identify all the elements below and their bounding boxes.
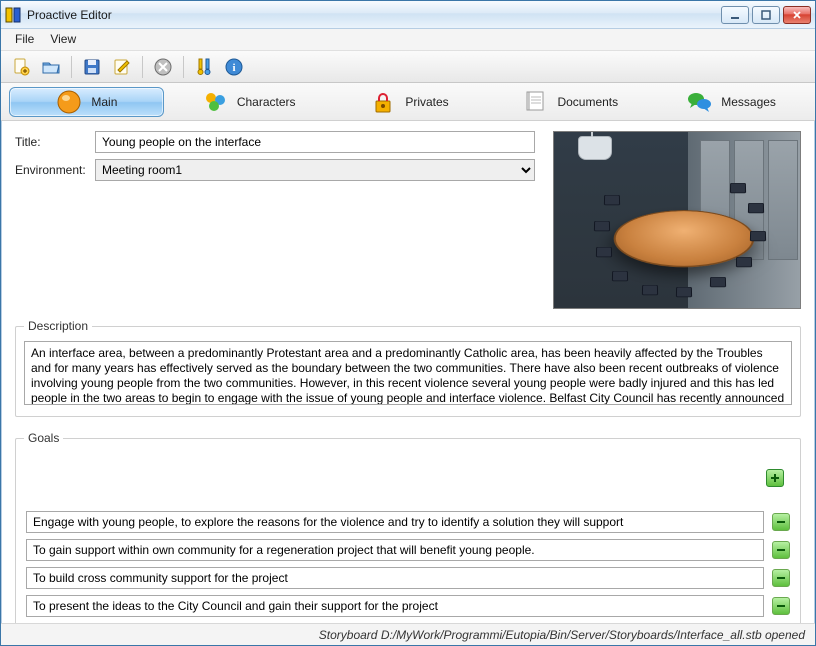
toolbar-info-button[interactable]: i — [220, 54, 248, 80]
close-button[interactable] — [783, 6, 811, 24]
tabbar: Main Characters Privates Documents Messa… — [1, 83, 815, 121]
toolbar-new-button[interactable] — [7, 54, 35, 80]
tab-documents-label: Documents — [557, 95, 618, 109]
toolbar-save-button[interactable] — [78, 54, 106, 80]
goal-input[interactable] — [26, 539, 764, 561]
goal-row — [26, 511, 790, 533]
lock-icon — [369, 88, 397, 116]
goal-row — [26, 539, 790, 561]
toolbar-separator — [142, 56, 143, 78]
speech-icon — [685, 88, 713, 116]
environment-label: Environment: — [15, 163, 95, 177]
main-form: Title: Environment: Meeting room1 — [15, 131, 539, 309]
tab-main[interactable]: Main — [9, 87, 164, 117]
svg-text:i: i — [232, 62, 235, 74]
goal-input[interactable] — [26, 595, 764, 617]
maximize-button[interactable] — [752, 6, 780, 24]
toolbar-stop-button[interactable] — [149, 54, 177, 80]
tab-privates-label: Privates — [405, 95, 448, 109]
sphere-icon — [55, 88, 83, 116]
window-title: Proactive Editor — [27, 8, 721, 22]
goal-row — [26, 595, 790, 617]
description-legend: Description — [24, 319, 92, 333]
description-box: Description — [15, 319, 801, 417]
toolbar-separator — [183, 56, 184, 78]
tab-main-label: Main — [91, 95, 117, 109]
description-textarea[interactable] — [24, 341, 792, 405]
content-area: Title: Environment: Meeting room1 — [1, 121, 815, 623]
toolbar: i — [1, 51, 815, 83]
menu-file[interactable]: File — [7, 29, 42, 50]
goals-box: Goals — [15, 431, 801, 623]
tab-privates[interactable]: Privates — [333, 87, 486, 117]
minimize-button[interactable] — [721, 6, 749, 24]
toolbar-open-button[interactable] — [37, 54, 65, 80]
environment-select[interactable]: Meeting room1 — [95, 159, 535, 181]
tab-characters-label: Characters — [237, 95, 296, 109]
statusbar: Storyboard D:/MyWork/Programmi/Eutopia/B… — [1, 623, 815, 645]
remove-goal-button[interactable] — [772, 569, 790, 587]
remove-goal-button[interactable] — [772, 597, 790, 615]
toolbar-edit-button[interactable] — [108, 54, 136, 80]
status-text: Storyboard D:/MyWork/Programmi/Eutopia/B… — [319, 628, 805, 642]
tab-messages-label: Messages — [721, 95, 776, 109]
goals-legend: Goals — [24, 431, 63, 445]
menubar: File View — [1, 29, 815, 51]
title-label: Title: — [15, 135, 95, 149]
tab-characters[interactable]: Characters — [172, 87, 325, 117]
app-window: Proactive Editor File View — [0, 0, 816, 646]
goal-input[interactable] — [26, 567, 764, 589]
goal-input[interactable] — [26, 511, 764, 533]
goal-row — [26, 567, 790, 589]
tab-documents[interactable]: Documents — [493, 87, 646, 117]
title-input[interactable] — [95, 131, 535, 153]
tab-messages[interactable]: Messages — [654, 87, 807, 117]
app-icon — [5, 7, 21, 23]
toolbar-separator — [71, 56, 72, 78]
menu-view[interactable]: View — [42, 29, 84, 50]
environment-preview — [553, 131, 801, 309]
remove-goal-button[interactable] — [772, 513, 790, 531]
window-buttons — [721, 6, 811, 24]
toolbar-settings-button[interactable] — [190, 54, 218, 80]
titlebar: Proactive Editor — [1, 1, 815, 29]
people-icon — [201, 88, 229, 116]
remove-goal-button[interactable] — [772, 541, 790, 559]
document-icon — [521, 88, 549, 116]
add-goal-button[interactable] — [766, 469, 784, 487]
